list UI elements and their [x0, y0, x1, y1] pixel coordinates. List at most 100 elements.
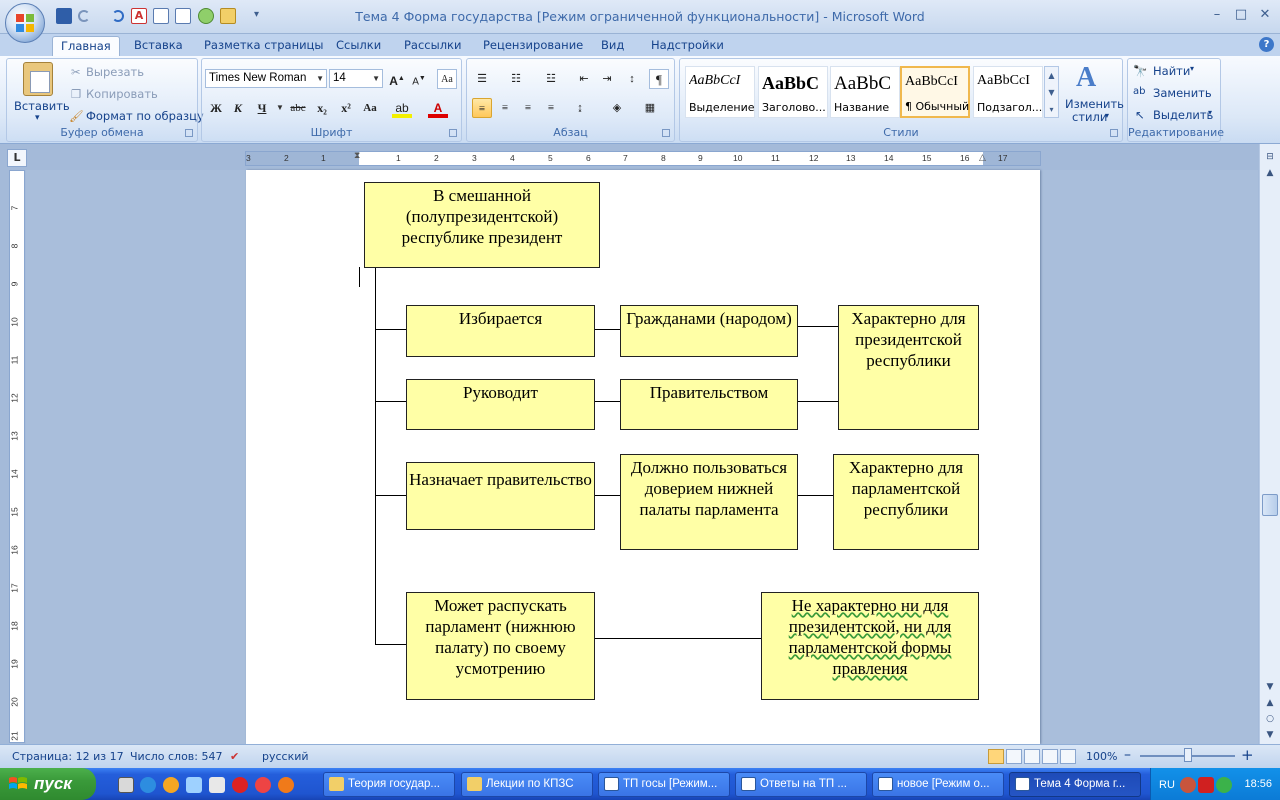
tab-page-layout[interactable]: Разметка страницы: [196, 36, 331, 57]
paste-dropdown-icon[interactable]: ▾: [35, 113, 40, 123]
print-preview-icon[interactable]: [153, 8, 169, 24]
clear-formatting-button[interactable]: Aa: [437, 69, 457, 89]
right-indent-marker-icon[interactable]: △: [979, 153, 986, 163]
vertical-ruler[interactable]: 7 8 9 10 11 12 13 14 15 16 17 18 19 20 2…: [9, 170, 25, 743]
zoom-in-button[interactable]: +: [1241, 746, 1254, 764]
copy-button[interactable]: Копировать: [86, 87, 158, 101]
minimize-button[interactable]: –: [1206, 6, 1228, 24]
paste-icon[interactable]: [23, 62, 53, 96]
format-painter-icon[interactable]: 🖌: [69, 109, 84, 123]
zoom-slider-thumb[interactable]: [1184, 748, 1192, 762]
styles-scroll-icon[interactable]: ▲ ▼ ▾: [1044, 66, 1059, 118]
underline-dropdown-icon[interactable]: ▼: [270, 98, 290, 118]
office-button[interactable]: [5, 3, 45, 43]
proofing-icon[interactable]: ✔: [230, 750, 239, 763]
help-icon[interactable]: ?: [1259, 37, 1274, 52]
font-name-select[interactable]: Times New Roman ▼: [205, 69, 327, 88]
change-case-button[interactable]: Aa: [360, 98, 380, 118]
increase-indent-icon[interactable]: ⇥: [597, 69, 617, 89]
superscript-button[interactable]: x²: [336, 98, 356, 118]
style-emphasis[interactable]: AaBbCcI Выделение: [685, 66, 755, 118]
show-marks-icon[interactable]: ¶: [649, 69, 669, 89]
desktop-icon[interactable]: [186, 777, 202, 793]
align-left-icon[interactable]: ≡: [472, 98, 492, 118]
full-screen-view-icon[interactable]: [1006, 749, 1022, 764]
print-layout-view-icon[interactable]: [988, 749, 1004, 764]
taskbar-item-active[interactable]: Тема 4 Форма г...: [1009, 772, 1141, 797]
tab-insert[interactable]: Вставка: [126, 36, 191, 57]
tab-mailings[interactable]: Рассылки: [396, 36, 469, 57]
language-indicator[interactable]: русский: [262, 750, 309, 763]
change-styles-dropdown-icon[interactable]: ▾: [1105, 111, 1109, 120]
taskbar-item[interactable]: Лекции по КПЗС: [461, 772, 593, 797]
align-right-icon[interactable]: ≡: [518, 98, 538, 118]
font-color-qat-icon[interactable]: A: [131, 8, 147, 24]
horizontal-ruler[interactable]: 3 2 1 1 2 3 4 5 6 7 8 9 10 11 12 13 14 1…: [245, 151, 1041, 166]
undo-icon[interactable]: [78, 10, 90, 22]
word-count[interactable]: Число слов: 547: [130, 750, 223, 763]
replace-button[interactable]: Заменить: [1153, 86, 1212, 100]
subscript-button[interactable]: x₂: [312, 98, 332, 118]
numbering-icon[interactable]: ☷: [506, 69, 526, 89]
multilevel-list-icon[interactable]: ☳: [541, 69, 561, 89]
document-page[interactable]: В смешанной (полупрезидентской) республи…: [246, 170, 1040, 744]
previous-page-icon[interactable]: ▲: [1262, 696, 1278, 710]
justify-icon[interactable]: ≡: [541, 98, 561, 118]
taskbar-item[interactable]: новое [Режим о...: [872, 772, 1004, 797]
align-center-icon[interactable]: ≡: [495, 98, 515, 118]
tab-review[interactable]: Рецензирование: [475, 36, 591, 57]
taskbar-item[interactable]: ТП госы [Режим...: [598, 772, 730, 797]
tab-references[interactable]: Ссылки: [328, 36, 389, 57]
bullets-icon[interactable]: ☰: [472, 69, 492, 89]
ie-icon[interactable]: [140, 777, 156, 793]
green-circle-icon[interactable]: [198, 8, 214, 24]
format-painter-button[interactable]: Формат по образцу: [86, 109, 204, 123]
tab-selector[interactable]: L: [7, 149, 27, 167]
browse-object-icon[interactable]: ○: [1262, 712, 1278, 726]
strikethrough-button[interactable]: abc: [288, 98, 308, 118]
scroll-up-icon[interactable]: ▲: [1262, 166, 1278, 180]
firefox-icon[interactable]: [278, 777, 294, 793]
page-counter[interactable]: Страница: 12 из 17: [12, 750, 124, 763]
back-arrow-tray-icon[interactable]: [1180, 777, 1196, 793]
outline-view-icon[interactable]: [1042, 749, 1058, 764]
highlight-button[interactable]: ab: [392, 98, 412, 118]
font-size-select[interactable]: 14 ▼: [329, 69, 383, 88]
network-tray-icon[interactable]: [1216, 777, 1232, 793]
style-subtitle[interactable]: AaBbCcI Подзагол...: [973, 66, 1043, 118]
cut-button[interactable]: Вырезать: [86, 65, 144, 79]
tab-home[interactable]: Главная: [52, 36, 120, 57]
cut-icon[interactable]: ✂: [71, 65, 81, 79]
taskbar-item[interactable]: Теория государ...: [323, 772, 455, 797]
open-folder-icon[interactable]: [220, 8, 236, 24]
styles-launcher-icon[interactable]: [1110, 129, 1118, 137]
open-book-icon[interactable]: [175, 8, 191, 24]
bold-button[interactable]: Ж: [206, 98, 226, 118]
chrome-icon[interactable]: [255, 777, 271, 793]
find-icon[interactable]: 🔭: [1133, 64, 1147, 78]
calc-icon[interactable]: [209, 777, 225, 793]
paragraph-launcher-icon[interactable]: [662, 129, 670, 137]
shading-icon[interactable]: ◈: [607, 98, 627, 118]
select-dropdown-icon[interactable]: ▾: [1208, 108, 1212, 117]
grow-font-button[interactable]: A▲: [387, 69, 407, 89]
customize-qat-icon[interactable]: ▾: [254, 9, 259, 20]
indent-marker-icon[interactable]: ⧗: [354, 151, 360, 161]
change-styles-icon[interactable]: A: [1076, 62, 1096, 94]
font-color-button[interactable]: A: [428, 98, 448, 118]
next-page-icon[interactable]: ▼: [1262, 728, 1278, 742]
select-button[interactable]: Выделить: [1153, 108, 1213, 122]
sort-icon[interactable]: ↕: [622, 69, 642, 89]
zoom-level[interactable]: 100%: [1086, 750, 1117, 763]
maximize-button[interactable]: □: [1230, 6, 1252, 24]
find-button[interactable]: Найти: [1153, 64, 1190, 78]
shrink-font-button[interactable]: A▼: [409, 69, 429, 89]
quicklaunch-icon[interactable]: [118, 777, 134, 793]
taskbar-item[interactable]: Ответы на ТП ...: [735, 772, 867, 797]
zoom-out-button[interactable]: –: [1124, 747, 1131, 763]
scroll-down-icon[interactable]: ▼: [1262, 680, 1278, 694]
replace-icon[interactable]: ab: [1133, 86, 1145, 97]
vertical-scrollbar[interactable]: ⊟ ▲ ▼ ▲ ○ ▼: [1259, 144, 1280, 744]
find-dropdown-icon[interactable]: ▾: [1190, 64, 1194, 73]
antivirus-tray-icon[interactable]: [1198, 777, 1214, 793]
